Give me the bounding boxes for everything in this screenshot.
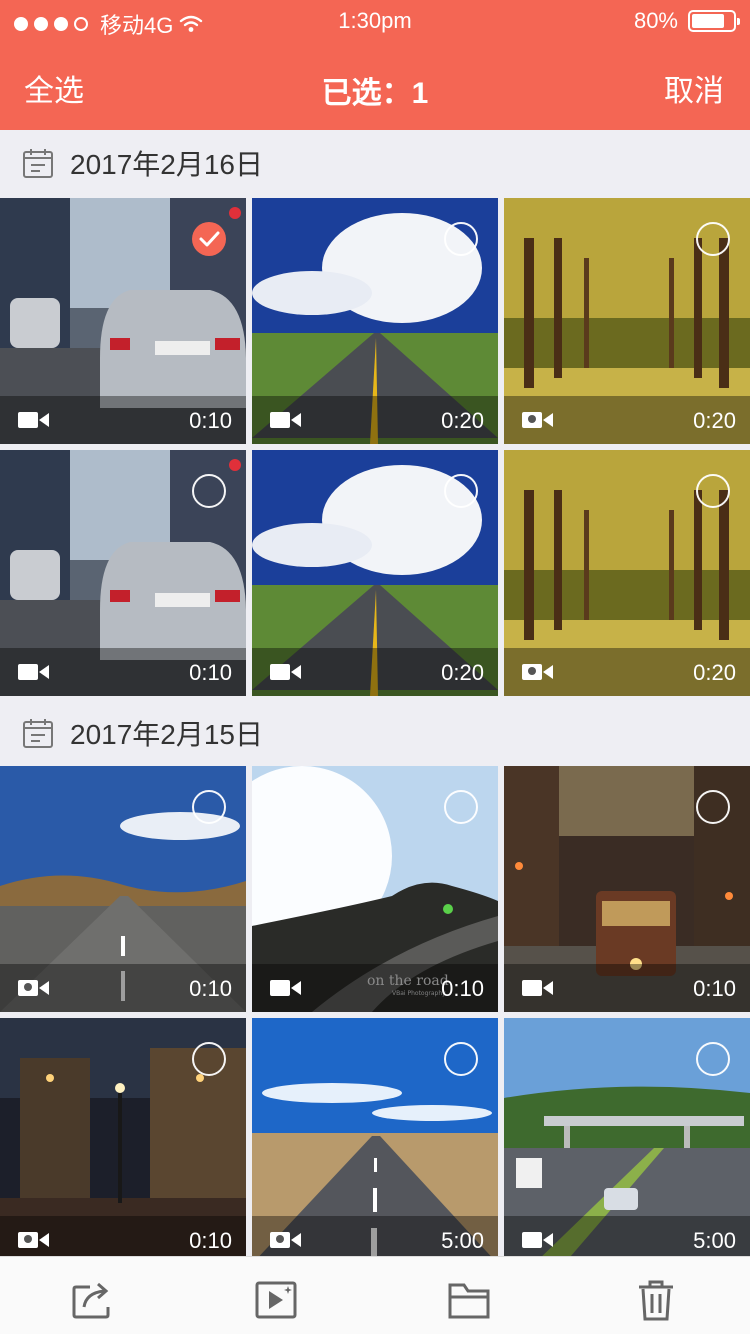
video-duration: 0:20 [693,660,736,685]
gps-video-icon [522,412,553,428]
app: 移动4G 1:30pm 80% 全选 已选：1 取消 2017年2月16日 20… [0,0,750,1334]
select-checkbox[interactable] [696,1042,730,1076]
video-edit-icon[interactable] [253,1277,299,1323]
video-thumbnail[interactable]: 5:00 [252,1018,498,1264]
select-all-button[interactable]: 全选 [24,66,84,110]
battery-icon [688,10,740,32]
checkmark-icon [199,231,220,247]
gps-video-icon [522,664,553,680]
video-duration: 0:10 [189,660,232,685]
video-thumbnail[interactable]: 0:10 [0,1018,246,1264]
video-thumbnail[interactable]: 5:00 [504,1018,750,1264]
status-bar: 移动4G 1:30pm 80% [0,0,750,40]
folder-icon[interactable] [446,1277,492,1323]
select-checkbox[interactable] [696,222,730,256]
select-checkbox[interactable] [696,474,730,508]
video-duration: 0:10 [189,1228,232,1253]
video-duration: 5:00 [441,1228,484,1253]
video-thumbnail[interactable]: on the road VBai Photography 0:10 [252,766,498,1012]
cancel-button[interactable]: 取消 [664,66,724,110]
video-thumbnail[interactable]: 0:20 [504,450,750,696]
select-checkbox[interactable] [192,790,226,824]
video-icon [522,1232,553,1248]
gps-video-icon [18,980,49,996]
trash-icon[interactable] [633,1277,679,1323]
video-icon [270,980,301,996]
video-duration: 0:10 [189,408,232,433]
select-checkbox[interactable] [192,1042,226,1076]
bottom-toolbar [0,1256,750,1334]
video-thumbnail[interactable]: 0:10 [0,766,246,1012]
video-duration: 0:20 [441,660,484,685]
select-checkbox[interactable] [192,222,226,256]
select-checkbox[interactable] [444,222,478,256]
select-checkbox[interactable] [444,474,478,508]
selected-count-title: 已选：1 [321,77,429,110]
video-thumbnail[interactable]: 0:20 [252,198,498,444]
video-duration: 0:20 [693,408,736,433]
battery-percent: 80% [633,8,678,33]
select-checkbox[interactable] [192,474,226,508]
video-duration: 5:00 [693,1228,736,1253]
video-duration: 0:10 [441,976,484,1001]
select-checkbox[interactable] [444,790,478,824]
calendar-icon [23,719,53,748]
video-duration: 0:20 [441,408,484,433]
nav-bar: 全选 已选：1 取消 [0,40,750,130]
battery-status: 80% [633,8,740,34]
video-thumbnail[interactable]: 0:10 [504,766,750,1012]
video-icon [522,980,553,996]
select-checkbox[interactable] [696,790,730,824]
video-thumbnail[interactable]: 0:10 [0,450,246,696]
video-icon [270,412,301,428]
video-thumbnail[interactable]: 0:20 [504,198,750,444]
video-duration: 0:10 [189,976,232,1001]
video-thumbnail[interactable]: 0:20 [252,450,498,696]
gps-video-icon [270,1232,301,1248]
video-thumbnail[interactable]: 0:10 [0,198,246,444]
calendar-icon [23,149,53,178]
date-section-header: 2017年2月15日 [0,700,750,766]
share-icon[interactable] [70,1277,116,1323]
section-date: 2017年2月16日 [70,149,264,180]
video-icon [18,412,49,428]
video-icon [18,664,49,680]
gps-video-icon [18,1232,49,1248]
video-duration: 0:10 [693,976,736,1001]
section-date: 2017年2月15日 [70,719,264,750]
video-icon [270,664,301,680]
select-checkbox[interactable] [444,1042,478,1076]
date-section-header: 2017年2月16日 [0,130,750,196]
